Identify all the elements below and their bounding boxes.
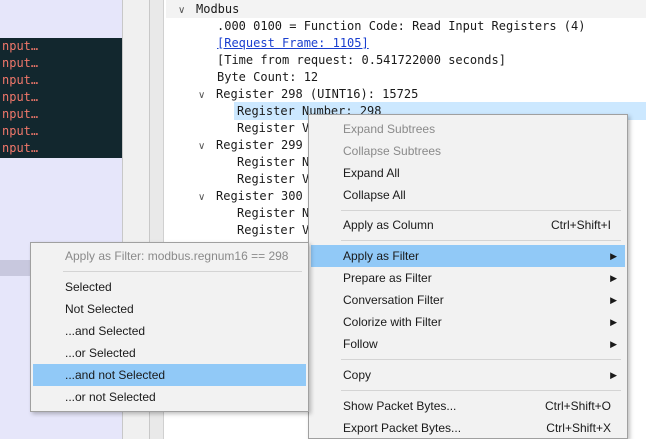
menu-item-label: ...or not Selected bbox=[65, 390, 156, 404]
menu-item-collapse-subtrees[interactable]: Collapse Subtrees bbox=[311, 140, 625, 162]
menu-item-export-packet-bytes[interactable]: Export Packet Bytes... Ctrl+Shift+X bbox=[311, 417, 625, 439]
menu-item-label: Export Packet Bytes... bbox=[343, 421, 462, 435]
packet-row[interactable]: nput… bbox=[0, 123, 122, 140]
menu-item-label: Expand All bbox=[343, 166, 400, 180]
tree-line[interactable]: Byte Count: 12 bbox=[217, 69, 318, 86]
tree-node-label: Register 299 bbox=[216, 138, 303, 152]
tree-node-register-298[interactable]: ∨ Register 298 (UINT16): 15725 bbox=[198, 86, 418, 103]
menu-item-label: ...or Selected bbox=[65, 346, 136, 360]
submenu-item-selected[interactable]: Selected bbox=[33, 276, 306, 298]
request-frame-link[interactable]: [Request Frame: 1105] bbox=[217, 35, 369, 52]
tree-line[interactable]: [Time from request: 0.541722000 seconds] bbox=[217, 52, 506, 69]
menu-item-label: Prepare as Filter bbox=[343, 271, 432, 285]
menu-item-apply-as-column[interactable]: Apply as Column Ctrl+Shift+I bbox=[311, 214, 625, 236]
chevron-down-icon[interactable]: ∨ bbox=[198, 189, 216, 206]
menu-separator bbox=[341, 359, 621, 360]
menu-item-label: Selected bbox=[65, 280, 112, 294]
menu-item-label: Collapse All bbox=[343, 188, 406, 202]
menu-item-label: Apply as Filter bbox=[343, 249, 420, 263]
tree-line[interactable]: Register N bbox=[237, 154, 309, 171]
menu-item-collapse-all[interactable]: Collapse All bbox=[311, 184, 625, 206]
tree-node-modbus[interactable]: ∨ Modbus bbox=[178, 1, 239, 18]
menu-item-apply-as-filter[interactable]: Apply as Filter ▶ bbox=[311, 245, 625, 267]
packet-row[interactable]: nput… bbox=[0, 140, 122, 157]
chevron-down-icon[interactable]: ∨ bbox=[198, 138, 216, 155]
packet-row[interactable]: nput… bbox=[0, 38, 122, 55]
tree-line[interactable]: Register N bbox=[237, 205, 309, 222]
context-menu: Expand Subtrees Collapse Subtrees Expand… bbox=[308, 114, 628, 439]
chevron-right-icon: ▶ bbox=[610, 295, 617, 305]
packet-row[interactable]: nput… bbox=[0, 89, 122, 106]
chevron-down-icon[interactable]: ∨ bbox=[178, 2, 196, 19]
menu-item-label: ...and Selected bbox=[65, 324, 146, 338]
menu-shortcut: Ctrl+Shift+X bbox=[546, 421, 611, 435]
menu-item-label: ...and not Selected bbox=[65, 368, 166, 382]
submenu-filter-header: Apply as Filter: modbus.regnum16 == 298 bbox=[33, 245, 306, 267]
chevron-right-icon: ▶ bbox=[610, 370, 617, 380]
submenu-item-and-selected[interactable]: ...and Selected bbox=[33, 320, 306, 342]
menu-separator bbox=[341, 210, 621, 211]
tree-node-register-300[interactable]: ∨ Register 300 bbox=[198, 188, 303, 205]
menu-item-expand-subtrees[interactable]: Expand Subtrees bbox=[311, 118, 625, 140]
menu-item-prepare-as-filter[interactable]: Prepare as Filter ▶ bbox=[311, 267, 625, 289]
packet-row[interactable]: nput… bbox=[0, 72, 122, 89]
tree-node-label: Register 298 (UINT16): 15725 bbox=[216, 87, 419, 101]
menu-item-follow[interactable]: Follow ▶ bbox=[311, 333, 625, 355]
tree-node-label: Modbus bbox=[196, 2, 240, 16]
menu-item-label: Apply as Column bbox=[343, 218, 434, 232]
tree-line[interactable]: Register V bbox=[237, 171, 309, 188]
tree-line[interactable]: .000 0100 = Function Code: Read Input Re… bbox=[217, 18, 585, 35]
menu-shortcut: Ctrl+Shift+I bbox=[550, 218, 611, 232]
menu-separator bbox=[63, 271, 302, 272]
tree-line[interactable]: Register V bbox=[237, 120, 309, 137]
tree-node-register-299[interactable]: ∨ Register 299 bbox=[198, 137, 303, 154]
submenu-item-or-selected[interactable]: ...or Selected bbox=[33, 342, 306, 364]
menu-separator bbox=[341, 240, 621, 241]
apply-as-filter-submenu: Apply as Filter: modbus.regnum16 == 298 … bbox=[30, 242, 309, 412]
chevron-right-icon: ▶ bbox=[610, 317, 617, 327]
menu-item-label: Show Packet Bytes... bbox=[343, 399, 457, 413]
menu-item-label: Copy bbox=[343, 368, 372, 382]
menu-item-show-packet-bytes[interactable]: Show Packet Bytes... Ctrl+Shift+O bbox=[311, 395, 625, 417]
chevron-right-icon: ▶ bbox=[610, 273, 617, 283]
packet-row[interactable]: nput… bbox=[0, 106, 122, 123]
menu-item-conversation-filter[interactable]: Conversation Filter ▶ bbox=[311, 289, 625, 311]
menu-item-expand-all[interactable]: Expand All bbox=[311, 162, 625, 184]
menu-separator bbox=[341, 390, 621, 391]
menu-item-copy[interactable]: Copy ▶ bbox=[311, 364, 625, 386]
chevron-right-icon: ▶ bbox=[610, 339, 617, 349]
menu-item-label: Collapse Subtrees bbox=[343, 144, 442, 158]
packet-row[interactable]: nput… bbox=[0, 55, 122, 72]
menu-item-label: Conversation Filter bbox=[343, 293, 444, 307]
chevron-right-icon: ▶ bbox=[610, 251, 617, 261]
menu-shortcut: Ctrl+Shift+O bbox=[544, 399, 611, 413]
submenu-item-or-not-selected[interactable]: ...or not Selected bbox=[33, 386, 306, 408]
menu-item-label: Follow bbox=[343, 337, 378, 351]
filter-expression-label: Apply as Filter: modbus.regnum16 == 298 bbox=[65, 249, 289, 263]
menu-item-label: Not Selected bbox=[65, 302, 134, 316]
menu-item-colorize-with-filter[interactable]: Colorize with Filter ▶ bbox=[311, 311, 625, 333]
submenu-item-not-selected[interactable]: Not Selected bbox=[33, 298, 306, 320]
chevron-down-icon[interactable]: ∨ bbox=[198, 87, 216, 104]
tree-line[interactable]: Register V bbox=[237, 222, 309, 239]
tree-node-label: Register 300 bbox=[216, 189, 303, 203]
submenu-item-and-not-selected[interactable]: ...and not Selected bbox=[33, 364, 306, 386]
menu-item-label: Expand Subtrees bbox=[343, 122, 436, 136]
menu-item-label: Colorize with Filter bbox=[343, 315, 442, 329]
